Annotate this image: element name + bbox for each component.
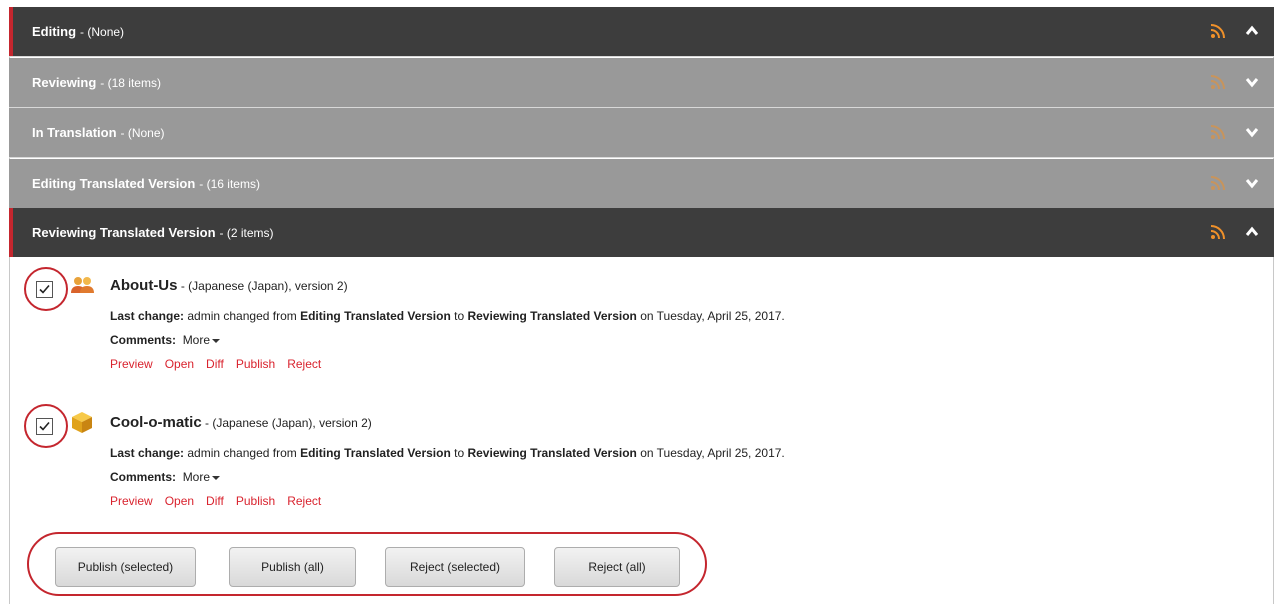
section-header-reviewing-translated[interactable]: Reviewing Translated Version - (2 items)	[9, 208, 1274, 257]
more-label: More	[182, 470, 211, 484]
last-change-line: Last change: admin changed from Editing …	[110, 446, 785, 460]
item-checkbox[interactable]	[36, 418, 53, 435]
diff-link[interactable]: Diff	[206, 357, 224, 371]
comments-label: Comments:	[110, 333, 177, 347]
comments-line: Comments: More	[110, 470, 221, 484]
item-actions: Preview Open Diff Publish Reject	[110, 357, 333, 371]
open-link[interactable]: Open	[165, 357, 194, 371]
more-label: More	[182, 333, 211, 347]
more-dropdown[interactable]: More	[182, 333, 221, 347]
change-date: on Tuesday, April 25, 2017.	[636, 446, 785, 460]
preview-link[interactable]: Preview	[110, 357, 153, 371]
check-icon	[39, 421, 50, 431]
preview-link[interactable]: Preview	[110, 494, 153, 508]
item-meta: - (Japanese (Japan), version 2)	[201, 416, 372, 430]
to-word: to	[450, 446, 468, 460]
item-name[interactable]: About-Us	[110, 277, 178, 294]
section-count: - (None)	[120, 125, 165, 140]
publish-link[interactable]: Publish	[236, 357, 275, 371]
from-state: Editing Translated Version	[300, 309, 451, 323]
diff-link[interactable]: Diff	[206, 494, 224, 508]
rss-icon[interactable]	[1210, 175, 1226, 191]
section-title: Reviewing Translated Version	[32, 225, 216, 240]
section-count: - (16 items)	[199, 176, 260, 191]
rss-icon[interactable]	[1210, 74, 1226, 90]
section-header-in-translation[interactable]: In Translation - (None)	[9, 108, 1274, 157]
comments-label: Comments:	[110, 470, 177, 484]
check-icon	[39, 284, 50, 294]
item-heading: Cool-o-matic - (Japanese (Japan), versio…	[110, 414, 372, 432]
publish-all-button[interactable]: Publish (all)	[229, 547, 356, 587]
rss-icon[interactable]	[1210, 23, 1226, 39]
item-checkbox[interactable]	[36, 281, 53, 298]
chevron-down-icon[interactable]	[1244, 74, 1260, 90]
section-count: - (18 items)	[100, 75, 161, 90]
rss-icon[interactable]	[1210, 124, 1226, 140]
last-change-label: Last change:	[110, 446, 185, 460]
last-change-label: Last change:	[110, 309, 185, 323]
from-state: Editing Translated Version	[300, 446, 451, 460]
checkbox-highlight	[24, 404, 68, 448]
reject-link[interactable]: Reject	[287, 357, 321, 371]
product-box-icon	[72, 412, 92, 433]
users-icon	[71, 277, 94, 293]
more-dropdown[interactable]: More	[182, 470, 221, 484]
item-name[interactable]: Cool-o-matic	[110, 414, 202, 431]
section-title: Editing Translated Version	[32, 176, 196, 191]
section-header-editing[interactable]: Editing - (None)	[9, 7, 1274, 56]
last-change-user: admin changed from	[184, 446, 301, 460]
caret-down-icon	[212, 338, 221, 343]
publish-selected-button[interactable]: Publish (selected)	[55, 547, 196, 587]
item-heading: About-Us - (Japanese (Japan), version 2)	[110, 277, 348, 295]
to-state: Reviewing Translated Version	[467, 309, 637, 323]
section-count: - (None)	[80, 24, 125, 39]
workflow-item-about-us: About-Us - (Japanese (Japan), version 2)…	[24, 267, 1224, 377]
last-change-line: Last change: admin changed from Editing …	[110, 309, 785, 323]
reject-selected-button[interactable]: Reject (selected)	[385, 547, 525, 587]
divider	[9, 56, 1274, 57]
section-title: Editing	[32, 24, 77, 39]
chevron-up-icon[interactable]	[1244, 23, 1260, 39]
to-word: to	[450, 309, 468, 323]
chevron-down-icon[interactable]	[1244, 124, 1260, 140]
change-date: on Tuesday, April 25, 2017.	[636, 309, 785, 323]
reject-link[interactable]: Reject	[287, 494, 321, 508]
chevron-up-icon[interactable]	[1244, 224, 1260, 240]
reject-all-button[interactable]: Reject (all)	[554, 547, 680, 587]
divider	[9, 157, 1274, 158]
item-meta: - (Japanese (Japan), version 2)	[177, 279, 348, 293]
section-count: - (2 items)	[219, 225, 274, 240]
caret-down-icon	[212, 475, 221, 480]
section-header-editing-translated[interactable]: Editing Translated Version - (16 items)	[9, 159, 1274, 208]
item-actions: Preview Open Diff Publish Reject	[110, 494, 333, 508]
to-state: Reviewing Translated Version	[467, 446, 637, 460]
section-title: In Translation	[32, 125, 117, 140]
rss-icon[interactable]	[1210, 224, 1226, 240]
workflow-item-cool-o-matic: Cool-o-matic - (Japanese (Japan), versio…	[24, 404, 1224, 514]
publish-link[interactable]: Publish	[236, 494, 275, 508]
last-change-user: admin changed from	[184, 309, 301, 323]
comments-line: Comments: More	[110, 333, 221, 347]
open-link[interactable]: Open	[165, 494, 194, 508]
section-title: Reviewing	[32, 75, 97, 90]
section-header-reviewing[interactable]: Reviewing - (18 items)	[9, 58, 1274, 107]
chevron-down-icon[interactable]	[1244, 175, 1260, 191]
checkbox-highlight	[24, 267, 68, 311]
